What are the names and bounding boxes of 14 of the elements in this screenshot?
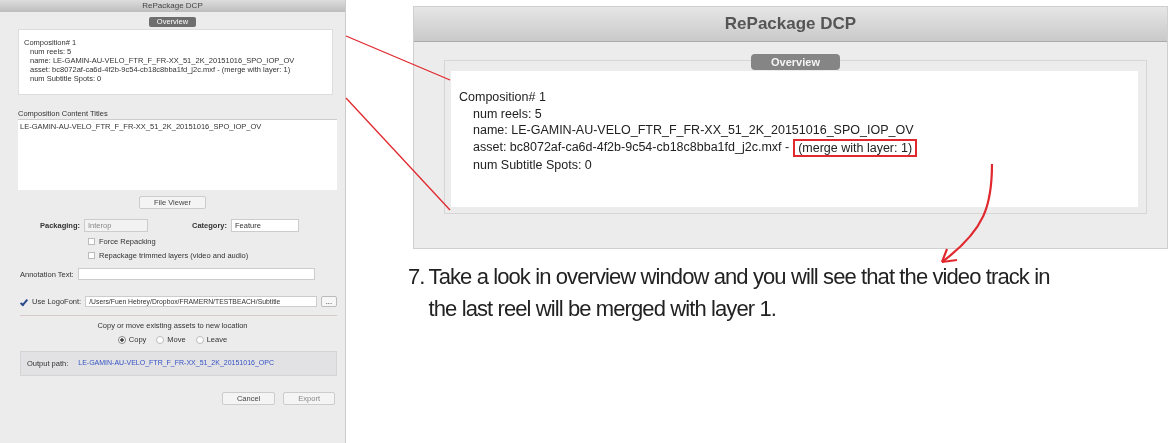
composition-detail: name: LE-GAMIN-AU-VELO_FTR_F_FR-XX_51_2K_20151016_SPO_IOP_OV — [473, 122, 914, 139]
composition-detail: num Subtitle Spots: 0 — [473, 156, 592, 173]
window-title: RePackage DCP — [414, 7, 1167, 42]
checkbox[interactable] — [19, 297, 29, 306]
checkbox[interactable] — [88, 238, 95, 245]
composition-detail: asset: bc8072af-ca6d-4f2b-9c54-cb18c8bba1fd_j2c.mxf - — [473, 139, 790, 156]
composition-detail: num reels: 5 — [473, 105, 542, 122]
composition-title: Composition# 1 — [459, 89, 547, 106]
merge-note-highlight: (merge with layer: 1) — [793, 138, 918, 157]
step-number: 7. — [408, 263, 425, 291]
checkbox[interactable] — [88, 252, 95, 259]
annotation-field[interactable] — [77, 268, 315, 280]
window-title: RePackage DCP — [0, 0, 345, 12]
instruction-text: Take a look in overview window and you will see that the video track in the last reel will be merged with layer 1. — [428, 263, 1051, 323]
